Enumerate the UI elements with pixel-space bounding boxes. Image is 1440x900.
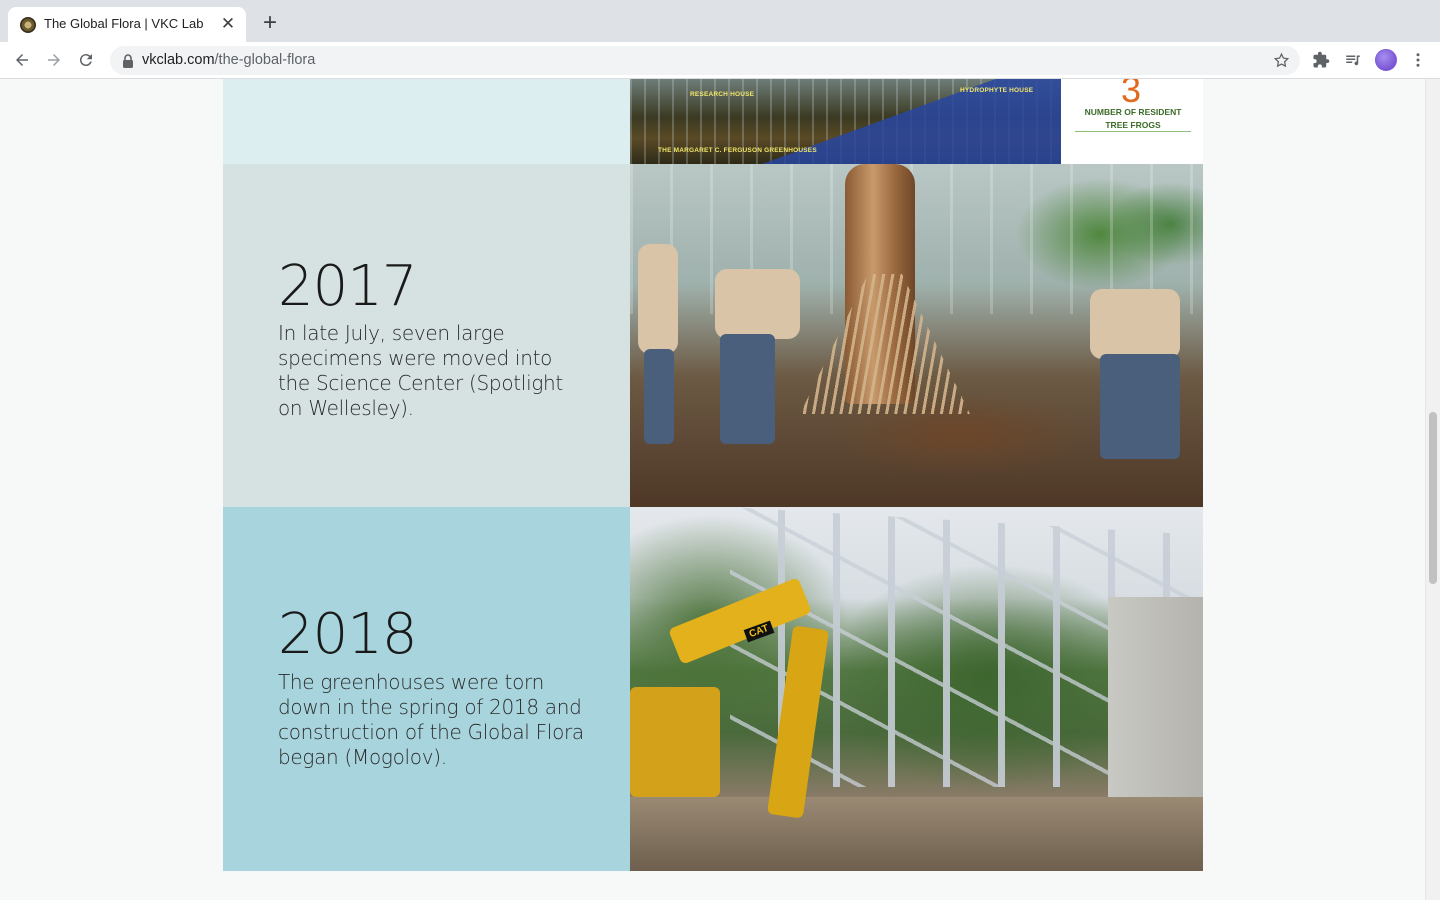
timeline-text-panel: 2018 The greenhouses were torn down in t… <box>223 507 630 871</box>
browser-toolbar: vkclab.com/the-global-flora <box>0 42 1440 79</box>
profile-avatar[interactable] <box>1375 49 1397 71</box>
address-bar[interactable]: vkclab.com/the-global-flora <box>110 46 1300 75</box>
scrollbar-thumb[interactable] <box>1429 412 1437 584</box>
timeline-description: In late July, seven large specimens were… <box>278 321 563 420</box>
dirt-ground <box>630 797 1203 871</box>
timeline-row-top: RESEARCH HOUSE HYDROPHYTE HOUSE THE MARG… <box>223 79 1203 164</box>
tab-strip: The Global Flora | VKC Lab ✕ + <box>0 0 1440 42</box>
worker-figure <box>715 269 800 339</box>
excavator-body <box>630 687 720 797</box>
page-viewport: RESEARCH HOUSE HYDROPHYTE HOUSE THE MARG… <box>0 79 1425 900</box>
infographic-divider <box>1075 131 1191 132</box>
timeline-year: 2017 <box>278 254 418 319</box>
worker-legs <box>1100 354 1180 459</box>
worker-figure <box>1090 289 1180 359</box>
timeline-text-panel <box>223 79 630 164</box>
media-controls-button[interactable] <box>1343 50 1363 70</box>
reload-button[interactable] <box>72 46 100 74</box>
browser-tab[interactable]: The Global Flora | VKC Lab ✕ <box>8 7 246 42</box>
back-arrow-icon <box>16 54 28 66</box>
palm-transplant-photo <box>630 164 1203 507</box>
browser-menu-button[interactable] <box>1408 50 1428 70</box>
aerial-photo: RESEARCH HOUSE HYDROPHYTE HOUSE THE MARG… <box>630 79 1061 164</box>
worker-legs <box>644 349 674 444</box>
reload-icon <box>79 54 92 67</box>
research-house-label: RESEARCH HOUSE <box>690 91 755 98</box>
url-path: /the-global-flora <box>214 52 316 68</box>
lock-icon <box>123 54 133 68</box>
timeline-description: The greenhouses were torn down in the sp… <box>278 670 584 769</box>
close-tab-icon[interactable]: ✕ <box>218 14 238 34</box>
hydrophyte-house-label: HYDROPHYTE HOUSE <box>960 87 1034 94</box>
forward-arrow-icon <box>48 54 60 66</box>
construction-photo: CAT <box>630 507 1203 871</box>
kebab-menu-icon <box>1416 53 1420 67</box>
playlist-music-icon <box>1346 55 1360 66</box>
timeline-text-panel: 2017 In late July, seven large specimens… <box>223 164 630 507</box>
back-button[interactable] <box>8 46 36 74</box>
greenhouse-aerial-image: RESEARCH HOUSE HYDROPHYTE HOUSE THE MARG… <box>630 79 1203 164</box>
bookmark-star-icon[interactable] <box>1273 52 1290 69</box>
worker-legs <box>720 334 775 444</box>
construction-site-scene: CAT <box>630 507 1203 871</box>
site-favicon-icon <box>20 17 36 33</box>
worker-figure <box>638 244 678 354</box>
url-host: vkclab.com <box>142 52 215 68</box>
greenhouse-interior-scene <box>630 164 1203 507</box>
new-tab-button[interactable]: + <box>257 11 283 37</box>
puzzle-icon <box>1313 51 1330 68</box>
infographic-caption: NUMBER OF RESIDENT TREE FROGS <box>1084 107 1182 130</box>
timeline-row-2017: 2017 In late July, seven large specimens… <box>223 164 1203 507</box>
tree-frog-infographic: 3 NUMBER OF RESIDENT TREE FROGS <box>1061 79 1203 164</box>
timeline-row-2018: 2018 The greenhouses were torn down in t… <box>223 507 1203 871</box>
forward-button[interactable] <box>40 46 68 74</box>
tab-title: The Global Flora | VKC Lab <box>44 16 204 31</box>
url-text: vkclab.com/the-global-flora <box>142 52 315 68</box>
timeline-year: 2018 <box>278 602 418 667</box>
greenhouses-label: THE MARGARET C. FERGUSON GREENHOUSES <box>658 147 817 154</box>
extensions-button[interactable] <box>1311 50 1331 70</box>
